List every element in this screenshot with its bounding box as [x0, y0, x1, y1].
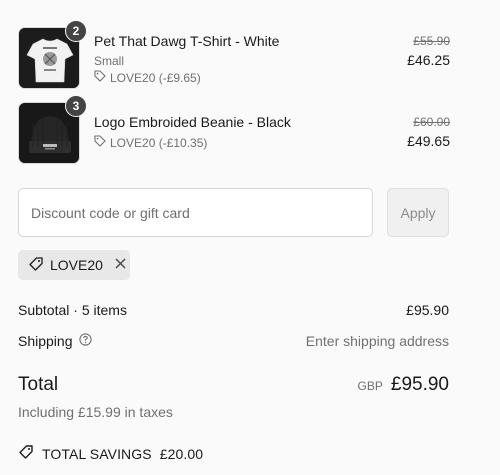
- tag-icon: [28, 256, 44, 275]
- help-icon[interactable]: [78, 333, 92, 349]
- subtotal-value: £95.90: [406, 302, 449, 318]
- product-thumbnail: 3: [18, 95, 87, 164]
- shipping-label: Shipping: [18, 333, 73, 349]
- line-item: 2 Pet That Dawg T-Shirt - White Small LO…: [18, 20, 450, 89]
- tag-icon: [18, 444, 34, 463]
- item-discount: LOVE20 (-£10.35): [94, 135, 291, 151]
- close-icon[interactable]: [115, 257, 126, 273]
- item-discount: LOVE20 (-£9.65): [94, 70, 279, 86]
- quantity-badge: 3: [65, 95, 87, 117]
- taxes-note: Including £15.99 in taxes: [18, 404, 173, 420]
- line-item: 3 Logo Embroided Beanie - Black LOVE20 (…: [18, 95, 450, 164]
- applied-code-label: LOVE20: [50, 257, 103, 273]
- item-discount-label: LOVE20 (-£10.35): [110, 136, 208, 150]
- original-price: £60.00: [413, 115, 450, 129]
- product-thumbnail: 2: [18, 20, 87, 89]
- product-title: Pet That Dawg T-Shirt - White: [94, 33, 280, 49]
- subtotal-label: Subtotal · 5 items: [18, 302, 127, 318]
- shipping-value: Enter shipping address: [305, 333, 449, 349]
- subtotal-row: Subtotal · 5 items £95.90: [18, 302, 449, 318]
- original-price: £55.90: [413, 34, 450, 48]
- item-price: £49.65: [407, 133, 450, 149]
- total-row: Total GBP £95.90: [18, 374, 449, 396]
- currency-code: GBP: [357, 379, 383, 393]
- discount-code-input[interactable]: [18, 188, 373, 237]
- tag-icon: [94, 70, 106, 86]
- order-summary-panel: 2 Pet That Dawg T-Shirt - White Small LO…: [0, 0, 500, 475]
- total-value: £95.90: [390, 374, 449, 395]
- savings-value: £20.00: [159, 445, 204, 462]
- total-savings: TOTAL SAVINGS £20.00: [18, 444, 203, 463]
- savings-label: TOTAL SAVINGS: [42, 445, 152, 462]
- item-discount-label: LOVE20 (-£9.65): [110, 71, 201, 85]
- quantity-badge: 2: [65, 20, 87, 42]
- tag-icon: [94, 135, 106, 151]
- total-label: Total: [18, 374, 59, 395]
- item-price: £46.25: [407, 52, 450, 68]
- product-variant: Small: [94, 54, 125, 68]
- shipping-row: Shipping Enter shipping address: [18, 333, 449, 349]
- applied-discount-chip: LOVE20: [18, 250, 130, 280]
- apply-button[interactable]: Apply: [387, 188, 449, 237]
- product-title: Logo Embroided Beanie - Black: [94, 114, 291, 130]
